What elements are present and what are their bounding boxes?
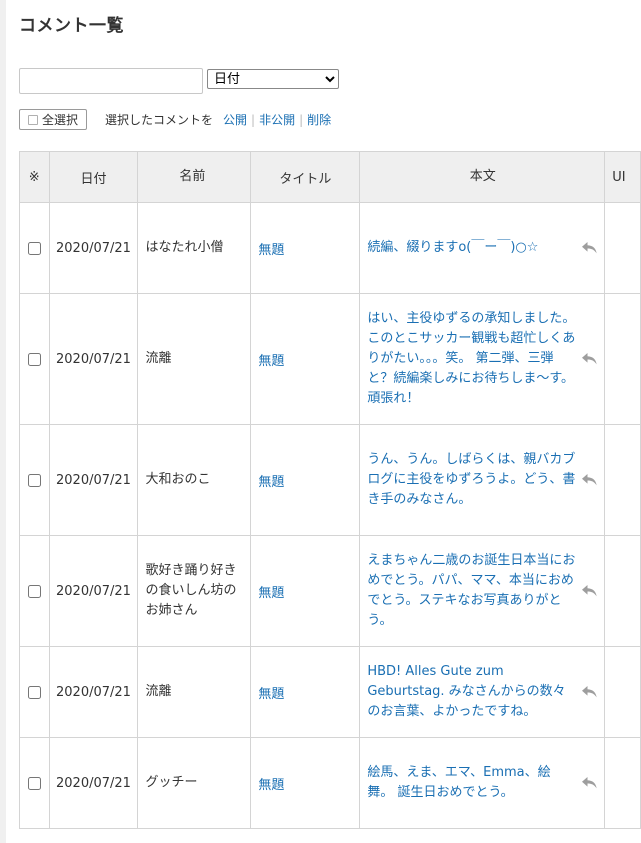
row-title-cell: 無題 — [250, 202, 361, 294]
row-checkbox[interactable] — [27, 473, 41, 487]
header-title[interactable]: タイトル — [250, 151, 361, 203]
reply-button[interactable] — [576, 685, 598, 699]
delete-link[interactable]: 削除 — [307, 111, 331, 128]
select-all-button[interactable]: 全選択 — [19, 109, 87, 130]
row-body-cell: はい、主役ゆずるの承知しました。 このとこサッカー観戦も超忙しくありがたい。。。… — [359, 293, 606, 425]
row-title-link[interactable]: 無題 — [258, 586, 284, 601]
row-checkbox[interactable] — [27, 352, 41, 366]
row-name: グッチー — [137, 737, 252, 829]
row-body-text[interactable]: はい、主役ゆずるの承知しました。 このとこサッカー観戦も超忙しくありがたい。。。… — [367, 309, 576, 409]
row-body-cell: えまちゃん二歳のお誕生日本当におめでとう。パパ、ママ、本当におめでとう。ステキな… — [359, 535, 606, 647]
table-row: 2020/07/21 流離 無題 HBD! Alles Gute zum Geburt… — [19, 646, 641, 738]
row-check-cell — [19, 646, 50, 738]
row-check-cell — [19, 202, 50, 294]
comments-table: ※ 日付 名前 タイトル 本文 UI 2020/07/21 はなたれ小僧 無題 続編、… — [19, 151, 641, 829]
row-date: 2020/07/21 — [48, 535, 139, 647]
reply-button[interactable] — [576, 241, 598, 255]
table-row: 2020/07/21 流離 無題 はい、主役ゆずるの承知しました。 このとこサッカー観… — [19, 293, 641, 425]
header-body: 本文 — [359, 151, 606, 203]
row-url-cell — [604, 535, 641, 647]
row-url-cell — [604, 293, 641, 425]
row-name: 流離 — [137, 646, 252, 738]
row-url-cell — [604, 737, 641, 829]
row-title-cell: 無題 — [250, 535, 361, 647]
row-date: 2020/07/21 — [48, 646, 139, 738]
reply-button[interactable] — [576, 776, 598, 790]
row-checkbox[interactable] — [27, 584, 41, 598]
sort-select[interactable]: 日付 — [207, 69, 339, 89]
row-title-link[interactable]: 無題 — [258, 243, 284, 258]
row-date: 2020/07/21 — [48, 424, 139, 536]
row-title-link[interactable]: 無題 — [258, 354, 284, 369]
header-url: UI — [604, 151, 641, 203]
checkbox-icon — [27, 114, 38, 125]
row-body-text[interactable]: えまちゃん二歳のお誕生日本当におめでとう。パパ、ママ、本当におめでとう。ステキな… — [367, 551, 576, 631]
row-url-cell — [604, 424, 641, 536]
reply-button[interactable] — [576, 473, 598, 487]
table-row: 2020/07/21 グッチー 無題 絵馬、えま、エマ、Emma、絵舞。 誕生日おめで… — [19, 737, 641, 829]
row-name: 流離 — [137, 293, 252, 425]
row-url-cell — [604, 646, 641, 738]
row-body-text[interactable]: 絵馬、えま、エマ、Emma、絵舞。 誕生日おめでとう。 — [367, 763, 576, 803]
reply-icon — [582, 777, 597, 789]
row-name: 歌好き踊り好きの食いしん坊のお姉さん — [137, 535, 252, 647]
row-checkbox[interactable] — [27, 685, 41, 699]
row-name: はなたれ小僧 — [137, 202, 252, 294]
row-url-cell — [604, 202, 641, 294]
left-rail — [0, 0, 6, 843]
row-title-cell: 無題 — [250, 646, 361, 738]
row-date: 2020/07/21 — [48, 293, 139, 425]
row-date: 2020/07/21 — [48, 737, 139, 829]
row-check-cell — [19, 424, 50, 536]
separator: | — [251, 112, 256, 127]
row-date: 2020/07/21 — [48, 202, 139, 294]
row-body-text[interactable]: うん、うん。しばらくは、親バカブログに主役をゆずろうよ。どう、書き手のみなさん。 — [367, 450, 576, 510]
row-body-cell: 続編、綴りますo(￣ー￣)○☆ — [359, 202, 606, 294]
row-checkbox[interactable] — [27, 241, 41, 255]
reply-icon — [582, 474, 597, 486]
row-title-cell: 無題 — [250, 737, 361, 829]
row-title-link[interactable]: 無題 — [258, 475, 284, 490]
header-date[interactable]: 日付 — [48, 151, 139, 203]
unpublish-link[interactable]: 非公開 — [259, 111, 295, 128]
separator: | — [299, 112, 304, 127]
row-title-link[interactable]: 無題 — [258, 778, 284, 793]
header-check: ※ — [19, 151, 50, 203]
row-title-cell: 無題 — [250, 424, 361, 536]
row-name: 大和おのこ — [137, 424, 252, 536]
reply-icon — [582, 353, 597, 365]
row-checkbox[interactable] — [27, 776, 41, 790]
table-row: 2020/07/21 はなたれ小僧 無題 続編、綴りますo(￣ー￣)○☆ — [19, 202, 641, 294]
reply-button[interactable] — [576, 584, 598, 598]
row-title-link[interactable]: 無題 — [258, 687, 284, 702]
bulk-actions: 選択したコメントを 公開 | 非公開 | 削除 — [105, 111, 331, 128]
row-body-text[interactable]: HBD! Alles Gute zum Geburtstag. みなさんからの数… — [367, 662, 576, 722]
reply-icon — [582, 686, 597, 698]
publish-link[interactable]: 公開 — [223, 111, 247, 128]
row-title-cell: 無題 — [250, 293, 361, 425]
header-name[interactable]: 名前 — [137, 151, 252, 203]
page-title: コメント一覧 — [19, 16, 124, 36]
row-body-cell: うん、うん。しばらくは、親バカブログに主役をゆずろうよ。どう、書き手のみなさん。 — [359, 424, 606, 536]
reply-icon — [582, 585, 597, 597]
bulk-prompt: 選択したコメントを — [105, 113, 214, 127]
row-check-cell — [19, 737, 50, 829]
row-check-cell — [19, 535, 50, 647]
row-check-cell — [19, 293, 50, 425]
reply-button[interactable] — [576, 352, 598, 366]
select-all-label: 全選択 — [41, 113, 78, 127]
row-body-cell: 絵馬、えま、エマ、Emma、絵舞。 誕生日おめでとう。 — [359, 737, 606, 829]
search-input[interactable] — [19, 68, 203, 94]
table-row: 2020/07/21 大和おのこ 無題 うん、うん。しばらくは、親バカブログに主役をゆ… — [19, 424, 641, 536]
row-body-cell: HBD! Alles Gute zum Geburtstag. みなさんからの数… — [359, 646, 606, 738]
row-body-text[interactable]: 続編、綴りますo(￣ー￣)○☆ — [367, 238, 576, 258]
table-header-row: ※ 日付 名前 タイトル 本文 UI — [19, 151, 641, 203]
reply-icon — [582, 242, 597, 254]
table-row: 2020/07/21 歌好き踊り好きの食いしん坊のお姉さん 無題 えまちゃん二歳のお誕… — [19, 535, 641, 647]
